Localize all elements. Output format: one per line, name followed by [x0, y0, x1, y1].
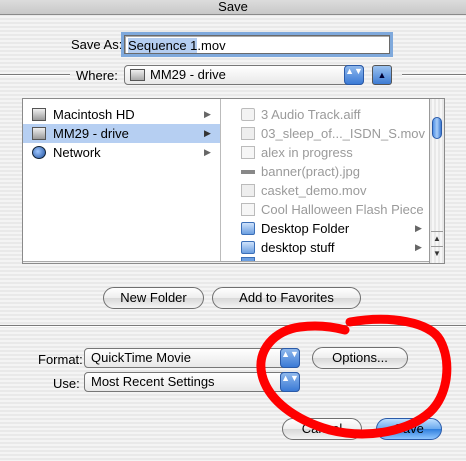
annotation-circle [256, 314, 452, 439]
